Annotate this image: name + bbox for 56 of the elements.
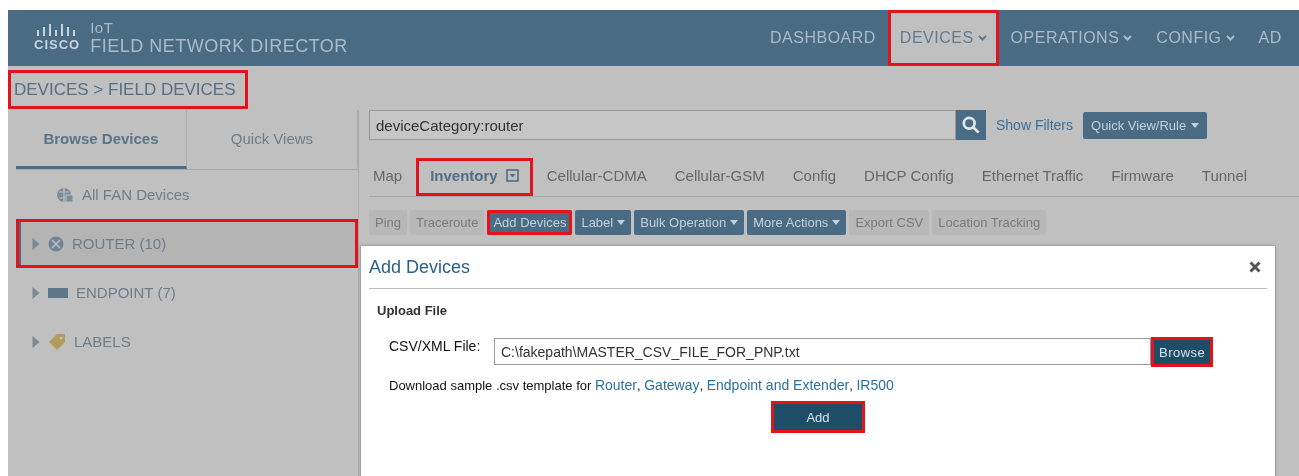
router-icon bbox=[48, 235, 64, 252]
product-tagline: IoT bbox=[90, 20, 115, 36]
view-tab[interactable]: Map bbox=[369, 158, 417, 196]
show-filters-link[interactable]: Show Filters bbox=[996, 117, 1074, 133]
view-tab[interactable]: Ethernet Traffic bbox=[967, 158, 1098, 196]
toolbar-button[interactable]: More Actions bbox=[747, 210, 847, 235]
file-path-field[interactable]: C:\fakepath\MASTER_CSV_FILE_FOR_PNP.txt bbox=[494, 338, 1151, 365]
breadcrumb: DEVICES > FIELD DEVICES bbox=[8, 69, 248, 109]
caret-icon bbox=[1191, 122, 1200, 128]
view-tab[interactable]: DHCP Config bbox=[850, 158, 968, 196]
nav-item[interactable]: CONFIG bbox=[1144, 10, 1247, 66]
template-link[interactable]: IR500 bbox=[856, 377, 894, 393]
sidebar-tab[interactable]: Quick Views bbox=[187, 110, 358, 169]
template-link[interactable]: Router bbox=[594, 377, 637, 393]
view-tab[interactable]: Cellular-CDMA bbox=[532, 158, 661, 196]
nav-item[interactable]: DASHBOARD bbox=[758, 10, 888, 66]
view-tab[interactable]: Config bbox=[778, 158, 851, 196]
section-heading: Upload File bbox=[377, 303, 449, 318]
view-tab[interactable]: Inventory bbox=[416, 158, 533, 196]
toolbar-button[interactable]: Bulk Operation bbox=[634, 210, 745, 235]
nav-item[interactable]: AD bbox=[1246, 10, 1294, 66]
expand-arrow-icon[interactable] bbox=[32, 237, 40, 250]
view-tab[interactable]: Tunnel bbox=[1187, 158, 1262, 196]
add-button[interactable]: Add bbox=[771, 401, 865, 433]
tag-icon bbox=[48, 332, 66, 351]
nav-item[interactable]: DEVICES bbox=[887, 10, 999, 66]
search-field[interactable]: deviceCategory:router bbox=[369, 110, 956, 140]
quick-view-button[interactable]: Quick View/Rule bbox=[1083, 111, 1208, 139]
nav-item[interactable]: OPERATIONS bbox=[998, 10, 1145, 66]
template-link[interactable]: Endpoint and Extender bbox=[706, 377, 850, 393]
endpoint-icon bbox=[48, 287, 68, 298]
tree-item-label: ROUTER (10) bbox=[72, 235, 167, 252]
view-tab[interactable]: Cellular-GSM bbox=[660, 158, 779, 196]
tree-item-label: ENDPOINT (7) bbox=[76, 284, 176, 301]
toolbar-button[interactable]: Label bbox=[575, 210, 632, 235]
tree-item[interactable]: ROUTER (10) bbox=[16, 219, 358, 268]
expand-arrow-icon[interactable] bbox=[32, 335, 40, 348]
brand-logo: CISCO bbox=[34, 37, 81, 52]
close-icon[interactable] bbox=[1249, 261, 1261, 273]
browse-button[interactable]: Browse bbox=[1151, 337, 1214, 367]
template-link[interactable]: Gateway bbox=[644, 377, 700, 393]
dialog-title: Add Devices bbox=[369, 256, 471, 278]
field-label: CSV/XML File: bbox=[389, 338, 482, 355]
tree-item[interactable]: All FAN Devices bbox=[16, 170, 358, 219]
tree-item-label: LABELS bbox=[74, 333, 131, 350]
globe-icon bbox=[56, 186, 74, 203]
tree-item-label: All FAN Devices bbox=[82, 186, 190, 203]
expand-arrow-icon[interactable] bbox=[32, 286, 40, 299]
toolbar-button[interactable]: Add Devices bbox=[487, 210, 573, 235]
download-templates-text: Download sample .csv template for Router, Gateway, Endpoint and Extender, IR500 bbox=[389, 377, 895, 393]
search-icon[interactable] bbox=[956, 110, 986, 140]
product-name: FIELD NETWORK DIRECTOR bbox=[90, 36, 348, 56]
view-tab[interactable]: Firmware bbox=[1097, 158, 1188, 196]
sidebar-tab[interactable]: Browse Devices bbox=[16, 110, 187, 169]
tree-item[interactable]: ENDPOINT (7) bbox=[16, 268, 358, 317]
tree-item[interactable]: LABELS bbox=[16, 317, 358, 366]
